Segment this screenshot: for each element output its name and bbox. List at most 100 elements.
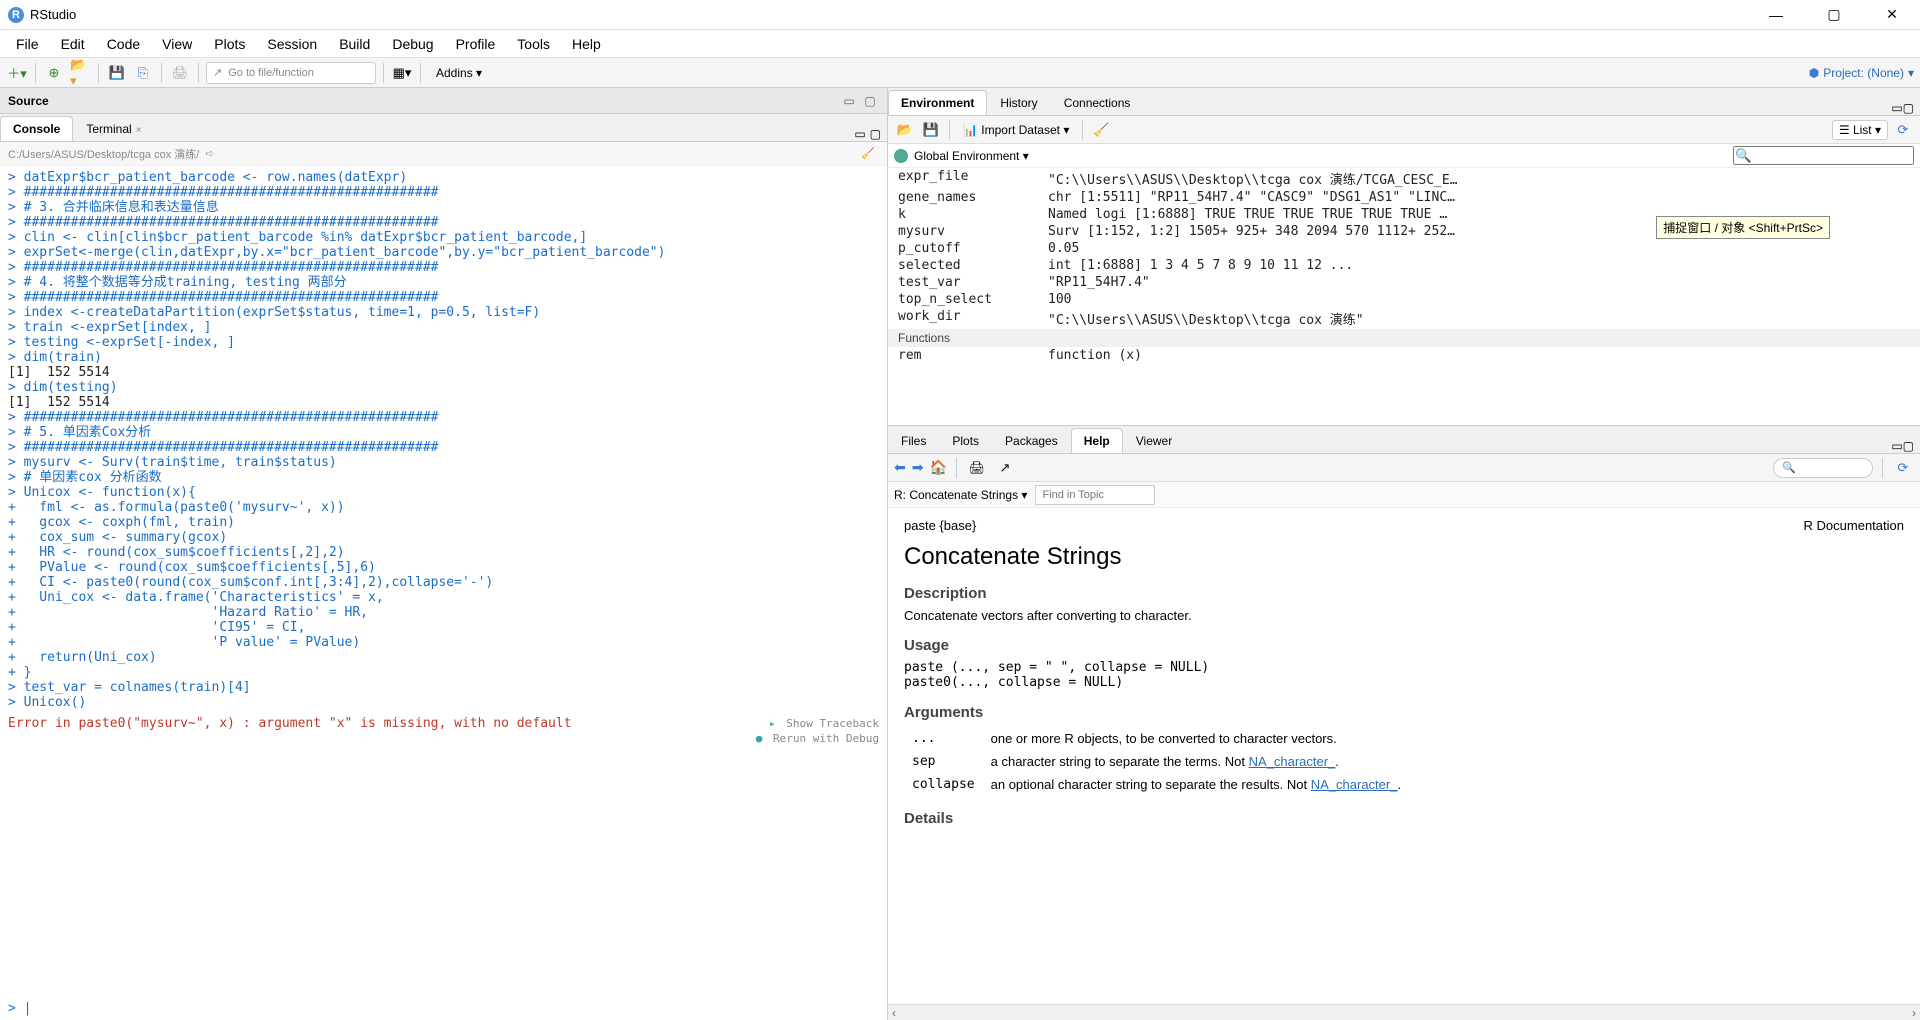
tab-viewer[interactable]: Viewer bbox=[1123, 428, 1185, 453]
console-maximize-icon[interactable]: ▢ bbox=[870, 127, 881, 141]
console-line: > ######################################… bbox=[8, 260, 879, 275]
help-min-icon[interactable]: ▭ bbox=[1891, 439, 1902, 453]
help-link[interactable]: NA_character_ bbox=[1311, 777, 1398, 792]
help-print-button[interactable]: 🖨 bbox=[966, 457, 988, 479]
path-arrow-icon[interactable]: ➪ bbox=[205, 147, 214, 160]
console-line: > Unicox() bbox=[8, 695, 879, 710]
console-line: + Uni_cox <- data.frame('Characteristics… bbox=[8, 590, 879, 605]
save-button[interactable]: 💾 bbox=[106, 62, 128, 84]
save-workspace-button[interactable]: 💾 bbox=[920, 119, 942, 141]
grid-button[interactable]: ▦▾ bbox=[391, 62, 413, 84]
help-package: paste {base} bbox=[904, 518, 976, 533]
env-view-mode[interactable]: ☰ List ▾ bbox=[1832, 120, 1888, 140]
env-min-icon[interactable]: ▭ bbox=[1891, 101, 1902, 115]
open-file-button[interactable]: 📂▾ bbox=[69, 62, 91, 84]
goto-file-input[interactable]: ↗Go to file/function bbox=[206, 62, 376, 84]
maximize-button[interactable]: ▢ bbox=[1814, 1, 1854, 29]
import-dataset-menu[interactable]: 📊 Import Dataset ▾ bbox=[957, 121, 1075, 139]
addins-menu[interactable]: Addins ▾ bbox=[428, 64, 490, 82]
load-workspace-button[interactable]: 📂 bbox=[894, 119, 916, 141]
help-content[interactable]: paste {base} R Documentation Concatenate… bbox=[888, 508, 1920, 1004]
new-project-button[interactable]: ⊕ bbox=[43, 62, 65, 84]
help-find-input[interactable] bbox=[1035, 485, 1155, 505]
help-max-icon[interactable]: ▢ bbox=[1903, 439, 1914, 453]
print-button[interactable]: 🖨 bbox=[169, 62, 191, 84]
console-error: Error in paste0("mysurv~", x) : argument… bbox=[8, 716, 879, 731]
tab-environment[interactable]: Environment bbox=[888, 90, 987, 115]
help-back-button[interactable]: ⬅ bbox=[894, 459, 906, 476]
env-var-gene_names[interactable]: gene_nameschr [1:5511] "RP11_54H7.4" "CA… bbox=[888, 189, 1920, 206]
clear-console-icon[interactable]: 🧹 bbox=[861, 147, 875, 160]
menu-view[interactable]: View bbox=[152, 32, 202, 56]
tab-packages[interactable]: Packages bbox=[992, 428, 1071, 453]
env-var-top_n_select[interactable]: top_n_select100 bbox=[888, 291, 1920, 308]
menu-build[interactable]: Build bbox=[329, 32, 380, 56]
menu-edit[interactable]: Edit bbox=[51, 32, 95, 56]
console-line: > index <-createDataPartition(exprSet$st… bbox=[8, 305, 879, 320]
menu-help[interactable]: Help bbox=[562, 32, 611, 56]
env-var-expr_file[interactable]: expr_file"C:\\Users\\ASUS\\Desktop\\tcga… bbox=[888, 168, 1920, 189]
close-button[interactable]: ✕ bbox=[1872, 1, 1912, 29]
source-minimize-icon[interactable]: ▭ bbox=[840, 92, 858, 110]
close-icon[interactable]: × bbox=[136, 125, 142, 136]
console-line: > ######################################… bbox=[8, 185, 879, 200]
console-line: > dim(testing) bbox=[8, 380, 879, 395]
console-minimize-icon[interactable]: ▭ bbox=[854, 127, 865, 141]
env-var-selected[interactable]: selectedint [1:6888] 1 3 4 5 7 8 9 10 11… bbox=[888, 257, 1920, 274]
environment-list[interactable]: expr_file"C:\\Users\\ASUS\\Desktop\\tcga… bbox=[888, 168, 1920, 425]
rerun-debug-link[interactable]: ● Rerun with Debug bbox=[756, 731, 879, 746]
help-topic-title[interactable]: R: Concatenate Strings ▾ bbox=[894, 488, 1027, 502]
tab-files[interactable]: Files bbox=[888, 428, 939, 453]
console-line: > ######################################… bbox=[8, 215, 879, 230]
help-arg-row: sepa character string to separate the te… bbox=[904, 750, 1409, 773]
console-line: > exprSet<-merge(clin,datExpr,by.x="bcr_… bbox=[8, 245, 879, 260]
menu-code[interactable]: Code bbox=[97, 32, 150, 56]
new-file-button[interactable]: ＋▾ bbox=[6, 62, 28, 84]
console-line: + gcox <- coxph(fml, train) bbox=[8, 515, 879, 530]
clear-env-button[interactable]: 🧹 bbox=[1090, 119, 1112, 141]
help-home-button[interactable]: 🏠 bbox=[929, 459, 946, 476]
save-all-button[interactable]: ⎘ bbox=[132, 62, 154, 84]
help-title: Concatenate Strings bbox=[904, 543, 1904, 571]
show-traceback-link[interactable]: ▸ Show Traceback bbox=[769, 716, 879, 731]
env-search-input[interactable] bbox=[1733, 146, 1914, 165]
terminal-tab[interactable]: Terminal× bbox=[73, 116, 154, 141]
menu-tools[interactable]: Tools bbox=[507, 32, 560, 56]
console-line: + 'Hazard Ratio' = HR, bbox=[8, 605, 879, 620]
env-var-test_var[interactable]: test_var"RP11_54H7.4" bbox=[888, 274, 1920, 291]
help-search-input[interactable] bbox=[1773, 458, 1873, 478]
project-selector[interactable]: ⬢Project: (None) ▾ bbox=[1809, 66, 1914, 80]
env-func-rem[interactable]: remfunction (x) bbox=[888, 347, 1920, 364]
help-popout-button[interactable]: ↗ bbox=[994, 457, 1016, 479]
help-link[interactable]: NA_character_ bbox=[1249, 754, 1336, 769]
rstudio-logo-icon: R bbox=[8, 7, 24, 23]
menu-profile[interactable]: Profile bbox=[446, 32, 506, 56]
console-line: + 'P value' = PValue) bbox=[8, 635, 879, 650]
menu-debug[interactable]: Debug bbox=[382, 32, 443, 56]
env-var-p_cutoff[interactable]: p_cutoff0.05 bbox=[888, 240, 1920, 257]
help-hscroll[interactable]: ‹› bbox=[888, 1004, 1920, 1020]
console-line: + CI <- paste0(round(cox_sum$conf.int[,3… bbox=[8, 575, 879, 590]
menu-file[interactable]: File bbox=[6, 32, 49, 56]
help-arg-row: ...one or more R objects, to be converte… bbox=[904, 727, 1409, 750]
console-prompt[interactable]: > | bbox=[0, 997, 887, 1020]
tab-plots[interactable]: Plots bbox=[939, 428, 992, 453]
console-line: + 'CI95' = CI, bbox=[8, 620, 879, 635]
console-tab[interactable]: Console bbox=[0, 116, 73, 141]
tab-connections[interactable]: Connections bbox=[1051, 90, 1144, 115]
env-max-icon[interactable]: ▢ bbox=[1903, 101, 1914, 115]
menu-session[interactable]: Session bbox=[257, 32, 327, 56]
tab-history[interactable]: History bbox=[987, 90, 1050, 115]
refresh-env-button[interactable]: ⟳ bbox=[1892, 119, 1914, 141]
env-scope-selector[interactable]: Global Environment ▾ bbox=[914, 149, 1029, 163]
console-output[interactable]: > datExpr$bcr_patient_barcode <- row.nam… bbox=[0, 166, 887, 997]
env-var-work_dir[interactable]: work_dir"C:\\Users\\ASUS\\Desktop\\tcga … bbox=[888, 308, 1920, 329]
source-maximize-icon[interactable]: ▢ bbox=[861, 92, 879, 110]
console-line: > test_var = colnames(train)[4] bbox=[8, 680, 879, 695]
console-line: > Unicox <- function(x){ bbox=[8, 485, 879, 500]
minimize-button[interactable]: — bbox=[1756, 1, 1796, 29]
help-forward-button[interactable]: ➡ bbox=[912, 459, 924, 476]
help-refresh-button[interactable]: ⟳ bbox=[1892, 457, 1914, 479]
menu-plots[interactable]: Plots bbox=[204, 32, 255, 56]
tab-help[interactable]: Help bbox=[1071, 428, 1123, 453]
